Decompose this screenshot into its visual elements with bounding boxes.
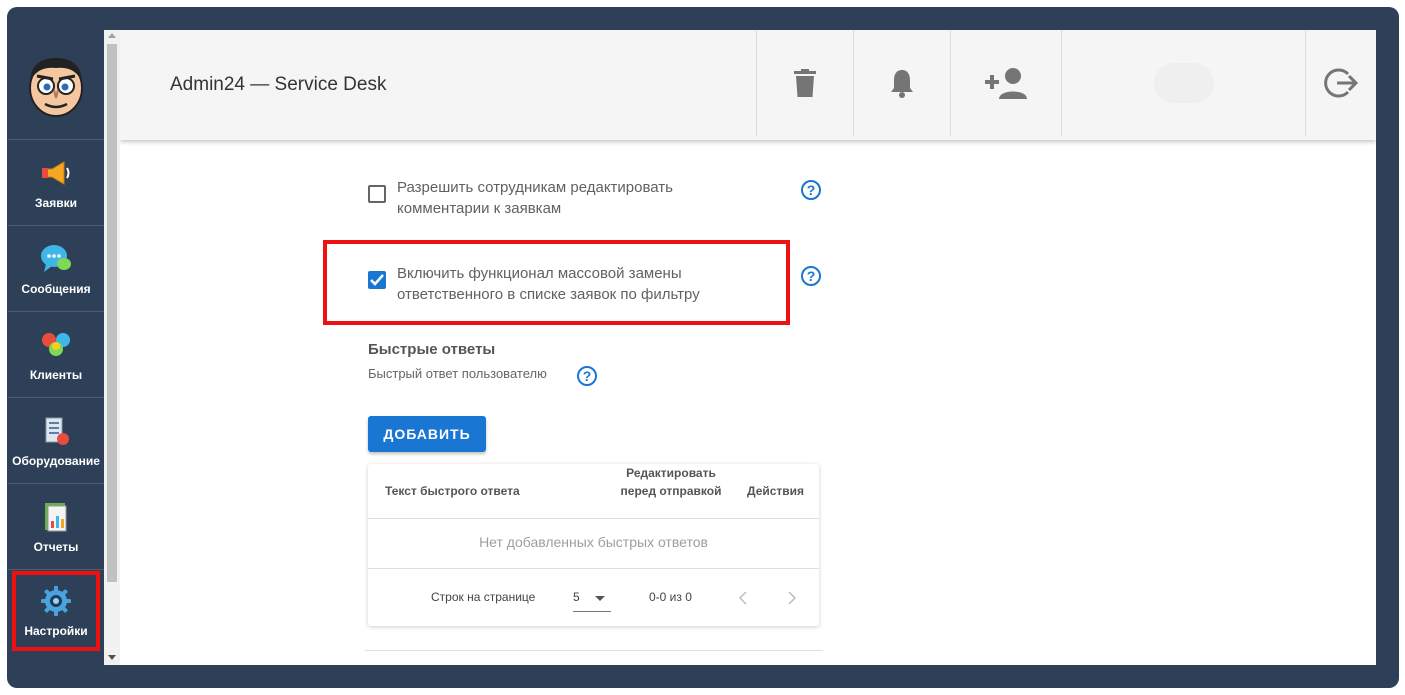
column-header[interactable]: Текст быстрого ответа bbox=[385, 482, 520, 500]
checkmark-icon bbox=[370, 274, 384, 286]
avatar[interactable] bbox=[23, 52, 89, 118]
sidebar-item-clients[interactable]: Клиенты bbox=[8, 312, 104, 398]
mass-replace-setting: Включить функционал массовой замены отве… bbox=[368, 263, 727, 305]
help-icon[interactable]: ? bbox=[577, 366, 597, 386]
blurred-user-placeholder bbox=[1153, 63, 1214, 103]
mass-replace-checkbox[interactable] bbox=[368, 271, 386, 289]
logout-icon bbox=[1324, 68, 1358, 98]
trash-button[interactable] bbox=[756, 30, 853, 136]
top-bar: Admin24 — Service Desk bbox=[120, 30, 1376, 140]
chevron-left-icon[interactable] bbox=[738, 591, 748, 605]
help-icon[interactable]: ? bbox=[801, 180, 821, 200]
app-title: Admin24 — Service Desk bbox=[170, 74, 387, 95]
notifications-button[interactable] bbox=[853, 30, 950, 136]
chevron-right-icon[interactable] bbox=[787, 591, 797, 605]
rows-per-page-label: Строк на странице bbox=[431, 590, 536, 604]
quick-replies-table: Текст быстрого ответа Редактировать пере… bbox=[368, 464, 819, 626]
megaphone-icon bbox=[39, 156, 73, 190]
reports-icon bbox=[39, 500, 73, 534]
scrollbar-thumb[interactable] bbox=[107, 44, 117, 582]
column-header: Действия bbox=[747, 484, 805, 498]
sidebar-item-reports[interactable]: Отчеты bbox=[8, 484, 104, 570]
logout-button[interactable] bbox=[1305, 30, 1376, 136]
sidebar-item-messages[interactable]: Сообщения bbox=[8, 226, 104, 312]
divider bbox=[368, 518, 819, 519]
user-info-area[interactable] bbox=[1061, 30, 1305, 136]
trash-icon bbox=[794, 69, 816, 97]
sidebar-item-requests[interactable]: Заявки bbox=[8, 140, 104, 226]
column-header[interactable]: Редактировать перед отправкой bbox=[620, 464, 722, 500]
sidebar-item-label: Настройки bbox=[24, 624, 88, 638]
divider bbox=[368, 568, 819, 569]
empty-table-message: Нет добавленных быстрых ответов bbox=[479, 534, 708, 550]
help-icon[interactable]: ? bbox=[801, 266, 821, 286]
bell-icon bbox=[891, 70, 913, 98]
sidebar-item-label: Отчеты bbox=[33, 539, 79, 554]
quick-replies-subtitle: Быстрый ответ пользователю bbox=[368, 366, 547, 381]
add-quick-reply-button[interactable]: ДОБАВИТЬ bbox=[368, 416, 486, 452]
sidebar-item-label: Клиенты bbox=[29, 367, 83, 382]
sidebar-item-label: Оборудование bbox=[12, 453, 100, 468]
settings-content: Разрешить сотрудникам редактировать комм… bbox=[120, 140, 1376, 665]
quick-replies-title: Быстрые ответы bbox=[368, 341, 496, 358]
add-user-button[interactable] bbox=[950, 30, 1061, 136]
sidebar-item-settings[interactable]: Настройки bbox=[12, 571, 100, 651]
sidebar-scrollbar[interactable] bbox=[104, 30, 120, 665]
sidebar-item-label: Сообщения bbox=[21, 281, 91, 296]
pagination-range: 0-0 из 0 bbox=[649, 590, 692, 604]
scroll-down-arrow-icon[interactable] bbox=[108, 655, 116, 660]
equipment-icon bbox=[39, 414, 73, 448]
chevron-down-icon bbox=[595, 596, 605, 601]
main-area: Admin24 — Service Desk Разрешить сотрудн… bbox=[120, 30, 1376, 665]
sidebar: Заявки Сообщения Клиенты Оборудование От… bbox=[8, 30, 104, 665]
gear-icon bbox=[39, 584, 73, 618]
allow-edit-comments-label: Разрешить сотрудникам редактировать комм… bbox=[397, 179, 673, 217]
section-divider bbox=[365, 650, 823, 651]
allow-edit-comments-checkbox[interactable] bbox=[368, 185, 386, 203]
rows-per-page-select[interactable]: 5 bbox=[573, 586, 611, 612]
allow-edit-comments-setting: Разрешить сотрудникам редактировать комм… bbox=[368, 177, 727, 219]
rows-per-page-value: 5 bbox=[573, 590, 580, 604]
mass-replace-label: Включить функционал массовой замены отве… bbox=[397, 265, 700, 303]
avatar-area bbox=[8, 30, 104, 140]
scroll-up-arrow-icon[interactable] bbox=[108, 33, 116, 38]
sidebar-item-equipment[interactable]: Оборудование bbox=[8, 398, 104, 484]
add-user-icon bbox=[985, 68, 1027, 99]
sidebar-item-label: Заявки bbox=[35, 195, 77, 210]
clients-icon bbox=[39, 328, 73, 362]
chat-bubbles-icon bbox=[39, 242, 73, 276]
